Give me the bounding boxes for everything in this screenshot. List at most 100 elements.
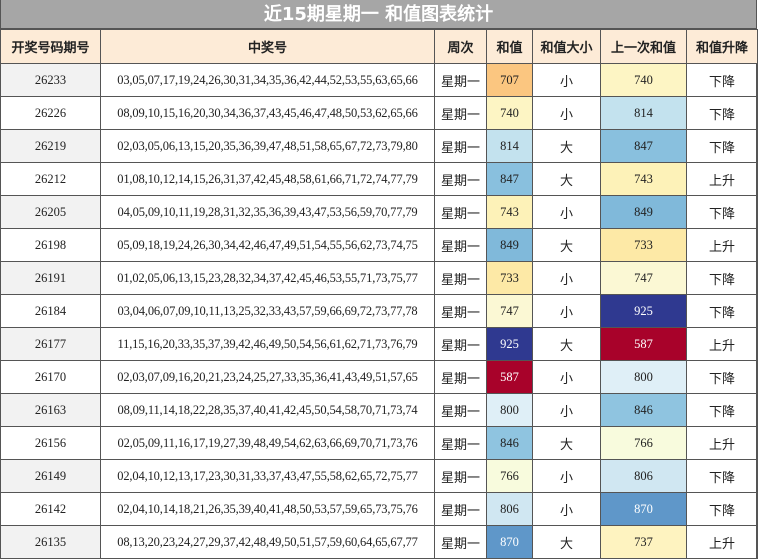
sum-cell: 587	[486, 360, 533, 394]
header-size: 和值大小	[532, 29, 601, 64]
trend-cell: 下降	[686, 96, 758, 130]
sum-cell: 849	[486, 228, 533, 262]
size-cell: 小	[532, 360, 601, 394]
table-row: 26226 08,09,10,15,16,20,30,34,36,37,43,45…	[0, 96, 758, 130]
size-cell: 小	[532, 294, 601, 328]
issue-cell: 26156	[0, 426, 101, 460]
weekday-cell: 星期一	[434, 195, 487, 229]
issue-cell: 26184	[0, 294, 101, 328]
sum-cell: 747	[486, 294, 533, 328]
table-row: 26177 11,15,16,20,33,35,37,39,42,46,49,50…	[0, 327, 758, 361]
stats-sheet: 近15期星期一 和值图表统计 开奖号码期号 中奖号 周次 和值 和值大小 上一次…	[0, 0, 758, 559]
issue-cell: 26135	[0, 525, 101, 559]
size-cell: 大	[532, 228, 601, 262]
numbers-cell: 01,08,10,12,14,15,26,31,37,42,45,48,58,6…	[100, 162, 435, 196]
table-row: 26135 08,13,20,23,24,27,29,37,42,48,49,50…	[0, 525, 758, 559]
prev-sum-cell: 737	[600, 525, 687, 559]
trend-cell: 下降	[686, 492, 758, 526]
size-cell: 小	[532, 459, 601, 493]
trend-cell: 下降	[686, 195, 758, 229]
issue-cell: 26205	[0, 195, 101, 229]
numbers-cell: 08,09,11,14,18,22,28,35,37,40,41,42,45,5…	[100, 393, 435, 427]
weekday-cell: 星期一	[434, 393, 487, 427]
issue-cell: 26219	[0, 129, 101, 163]
trend-cell: 下降	[686, 129, 758, 163]
weekday-cell: 星期一	[434, 129, 487, 163]
weekday-cell: 星期一	[434, 228, 487, 262]
prev-sum-cell: 747	[600, 261, 687, 295]
trend-cell: 上升	[686, 327, 758, 361]
sum-cell: 733	[486, 261, 533, 295]
table-row: 26233 03,05,07,17,19,24,26,30,31,34,35,36…	[0, 63, 758, 97]
table-row: 26198 05,09,18,19,24,26,30,34,42,46,47,49…	[0, 228, 758, 262]
sum-cell: 766	[486, 459, 533, 493]
trend-cell: 下降	[686, 393, 758, 427]
prev-sum-cell: 743	[600, 162, 687, 196]
table-row: 26149 02,04,10,12,13,17,23,30,31,33,37,43…	[0, 459, 758, 493]
size-cell: 小	[532, 261, 601, 295]
prev-sum-cell: 846	[600, 393, 687, 427]
prev-sum-cell: 740	[600, 63, 687, 97]
weekday-cell: 星期一	[434, 459, 487, 493]
trend-cell: 下降	[686, 459, 758, 493]
sum-cell: 743	[486, 195, 533, 229]
sum-cell: 707	[486, 63, 533, 97]
size-cell: 大	[532, 129, 601, 163]
table-row: 26163 08,09,11,14,18,22,28,35,37,40,41,42…	[0, 393, 758, 427]
issue-cell: 26149	[0, 459, 101, 493]
numbers-cell: 04,05,09,10,11,19,28,31,32,35,36,39,43,4…	[100, 195, 435, 229]
sum-cell: 800	[486, 393, 533, 427]
sum-cell: 806	[486, 492, 533, 526]
sum-stats-table: 开奖号码期号 中奖号 周次 和值 和值大小 上一次和值 和值升降 26233 03…	[0, 29, 758, 559]
table-row: 26191 01,02,05,06,13,15,23,28,32,34,37,42…	[0, 261, 758, 295]
size-cell: 大	[532, 426, 601, 460]
size-cell: 大	[532, 162, 601, 196]
size-cell: 小	[532, 63, 601, 97]
weekday-cell: 星期一	[434, 327, 487, 361]
trend-cell: 上升	[686, 426, 758, 460]
header-issue: 开奖号码期号	[0, 29, 101, 64]
size-cell: 小	[532, 492, 601, 526]
sum-cell: 740	[486, 96, 533, 130]
numbers-cell: 02,04,10,14,18,21,26,35,39,40,41,48,50,5…	[100, 492, 435, 526]
trend-cell: 下降	[686, 261, 758, 295]
size-cell: 大	[532, 525, 601, 559]
size-cell: 小	[532, 393, 601, 427]
header-prev-sum: 上一次和值	[600, 29, 687, 64]
issue-cell: 26198	[0, 228, 101, 262]
numbers-cell: 02,05,09,11,16,17,19,27,39,48,49,54,62,6…	[100, 426, 435, 460]
sum-cell: 846	[486, 426, 533, 460]
issue-cell: 26142	[0, 492, 101, 526]
issue-cell: 26170	[0, 360, 101, 394]
numbers-cell: 08,13,20,23,24,27,29,37,42,48,49,50,51,5…	[100, 525, 435, 559]
trend-cell: 下降	[686, 360, 758, 394]
prev-sum-cell: 587	[600, 327, 687, 361]
issue-cell: 26233	[0, 63, 101, 97]
numbers-cell: 01,02,05,06,13,15,23,28,32,34,37,42,45,4…	[100, 261, 435, 295]
issue-cell: 26163	[0, 393, 101, 427]
table-row: 26156 02,05,09,11,16,17,19,27,39,48,49,54…	[0, 426, 758, 460]
weekday-cell: 星期一	[434, 492, 487, 526]
prev-sum-cell: 800	[600, 360, 687, 394]
header-numbers: 中奖号	[100, 29, 435, 64]
prev-sum-cell: 925	[600, 294, 687, 328]
prev-sum-cell: 870	[600, 492, 687, 526]
issue-cell: 26191	[0, 261, 101, 295]
sum-cell: 847	[486, 162, 533, 196]
table-row: 26219 02,03,05,06,13,15,20,35,36,39,47,48…	[0, 129, 758, 163]
header-trend: 和值升降	[686, 29, 758, 64]
weekday-cell: 星期一	[434, 294, 487, 328]
numbers-cell: 02,03,05,06,13,15,20,35,36,39,47,48,51,5…	[100, 129, 435, 163]
table-row: 26142 02,04,10,14,18,21,26,35,39,40,41,48…	[0, 492, 758, 526]
header-row: 开奖号码期号 中奖号 周次 和值 和值大小 上一次和值 和值升降	[0, 29, 758, 64]
weekday-cell: 星期一	[434, 360, 487, 394]
weekday-cell: 星期一	[434, 261, 487, 295]
size-cell: 小	[532, 195, 601, 229]
sum-cell: 814	[486, 129, 533, 163]
trend-cell: 上升	[686, 228, 758, 262]
issue-cell: 26226	[0, 96, 101, 130]
table-row: 26184 03,04,06,07,09,10,11,13,25,32,33,43…	[0, 294, 758, 328]
sum-cell: 925	[486, 327, 533, 361]
issue-cell: 26212	[0, 162, 101, 196]
header-weekday: 周次	[434, 29, 487, 64]
